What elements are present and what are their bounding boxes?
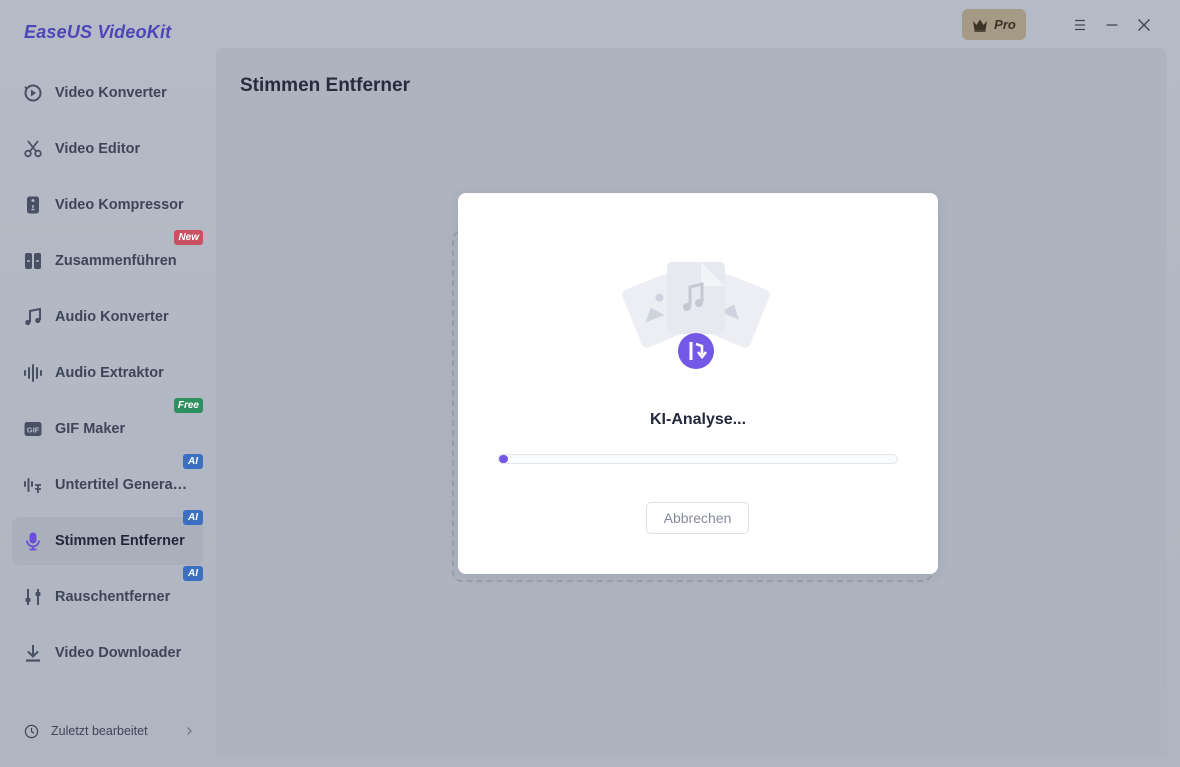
convert-icon xyxy=(23,83,43,103)
sidebar-item-audio-konverter[interactable]: Audio Konverter xyxy=(12,293,203,341)
sidebar-item-label: Video Downloader xyxy=(55,645,182,661)
download-icon xyxy=(23,643,43,663)
pro-label: Pro xyxy=(994,17,1016,32)
sidebar-item-rauschentferner[interactable]: Rauschentferner AI xyxy=(12,566,203,621)
gif-icon: GIF xyxy=(23,419,43,439)
merge-icon xyxy=(23,251,43,271)
music-note-icon xyxy=(23,307,43,327)
sidebar-item-video-editor[interactable]: Video Editor xyxy=(12,125,203,173)
ai-badge: AI xyxy=(183,510,203,525)
sliders-icon xyxy=(23,587,43,607)
sidebar-item-label: Zusammenführen xyxy=(55,253,177,269)
sidebar-item-label: Video Kompressor xyxy=(55,197,184,213)
sidebar-item-label: Audio Konverter xyxy=(55,309,169,325)
close-button[interactable] xyxy=(1136,17,1152,33)
pro-button[interactable]: Pro xyxy=(962,9,1026,40)
analysis-progress-bar xyxy=(498,454,898,464)
sidebar-item-label: Video Editor xyxy=(55,141,141,157)
subtitle-icon xyxy=(23,475,43,495)
minimize-button[interactable] xyxy=(1104,17,1120,33)
menu-button[interactable] xyxy=(1072,17,1088,33)
recent-label: Zuletzt bearbeitet xyxy=(51,724,148,738)
sidebar-item-video-kompressor[interactable]: Video Kompressor xyxy=(12,181,203,229)
clock-icon xyxy=(24,724,39,738)
analysis-status: KI-Analyse... xyxy=(649,411,747,428)
page-title: Stimmen Entferner xyxy=(240,75,410,96)
sidebar-item-stimmen-entferner[interactable]: Stimmen Entferner AI xyxy=(12,510,203,565)
ai-badge: AI xyxy=(183,566,203,581)
minimize-icon xyxy=(1106,23,1118,26)
audio-files-illustration xyxy=(622,262,770,369)
sidebar-item-video-downloader[interactable]: Video Downloader xyxy=(12,629,203,677)
sidebar-item-label: Audio Extraktor xyxy=(55,365,164,381)
sidebar-item-untertitel-generator[interactable]: Untertitel Genera… AI xyxy=(12,454,203,509)
sidebar-item-label: Stimmen Entferner xyxy=(55,533,185,549)
compress-icon xyxy=(23,195,43,215)
app-logo: EaseUS VideoKit xyxy=(24,22,172,42)
cancel-button[interactable]: Abbrechen xyxy=(646,502,749,534)
crown-icon xyxy=(973,19,988,32)
sidebar-item-label: Video Konverter xyxy=(55,85,167,101)
close-icon xyxy=(1138,18,1150,31)
svg-text:GIF: GIF xyxy=(27,426,40,435)
menu-icon xyxy=(1075,19,1085,30)
recent-edited-link[interactable]: Zuletzt bearbeitet xyxy=(24,722,194,740)
sidebar-item-label: Untertitel Genera… xyxy=(55,477,188,493)
chevron-right-icon xyxy=(187,727,192,735)
microphone-icon xyxy=(23,531,43,551)
sidebar-item-zusammenfuehren[interactable]: Zusammenführen New xyxy=(12,230,203,285)
progress-fill xyxy=(499,455,508,463)
free-badge: Free xyxy=(173,398,203,413)
sidebar-item-gif-maker[interactable]: GIF GIF Maker Free xyxy=(12,398,203,453)
window-controls: Pro xyxy=(962,9,1152,40)
ai-badge: AI xyxy=(183,454,203,469)
new-badge: New xyxy=(174,230,203,245)
analysis-dialog: KI-Analyse... Abbrechen xyxy=(458,193,938,574)
sidebar-item-audio-extraktor[interactable]: Audio Extraktor xyxy=(12,349,203,397)
scissors-icon xyxy=(23,139,43,159)
waveform-icon xyxy=(23,363,43,383)
sidebar-item-label: GIF Maker xyxy=(55,421,126,437)
sidebar-item-video-konverter[interactable]: Video Konverter xyxy=(12,69,203,117)
sidebar: Video Konverter Video Editor Video Kompr… xyxy=(0,66,216,767)
sidebar-item-label: Rauschentferner xyxy=(55,589,171,605)
